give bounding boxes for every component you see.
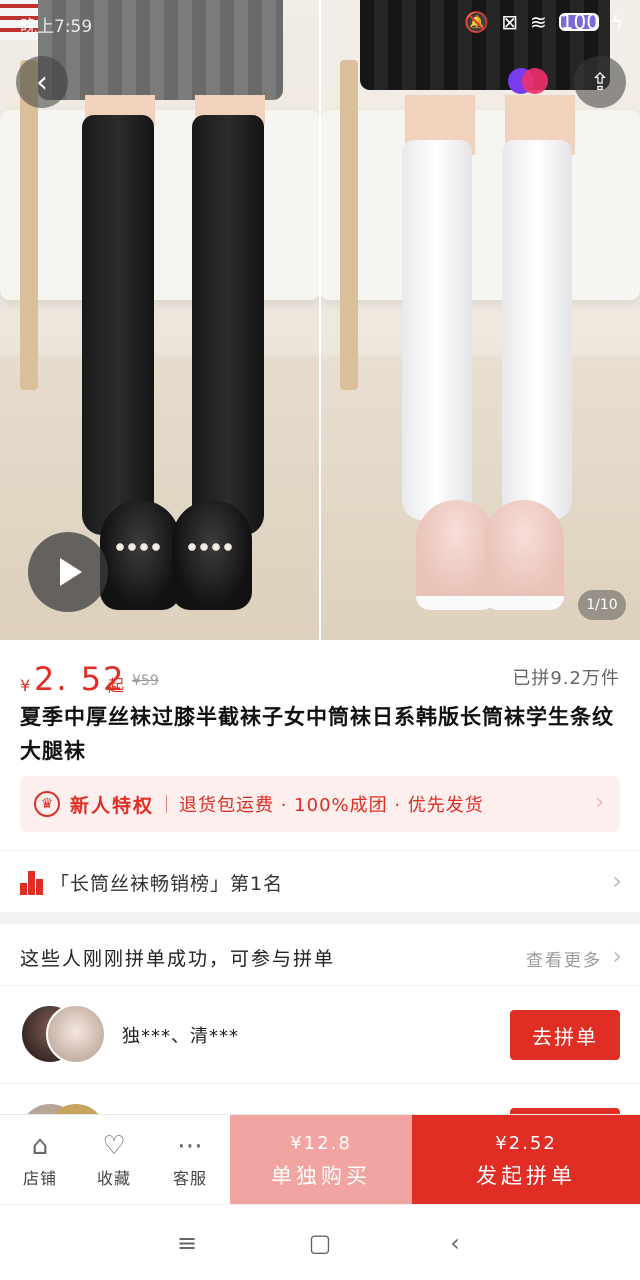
play-video-button[interactable] (28, 532, 108, 612)
privilege-title: 新人特权 (70, 794, 155, 817)
chat-icon: ⋯ (177, 1131, 203, 1161)
share-button[interactable]: ⇪ (574, 56, 626, 108)
newcomer-privilege-banner[interactable]: ♛ 新人特权 退货包运费 · 100%成团 · 优先发货 › (20, 776, 620, 832)
store-button[interactable]: ⌂ 店铺 (2, 1115, 78, 1205)
group-buy-header[interactable]: 这些人刚刚拼单成功，可参与拼单 查看更多 › (0, 924, 640, 986)
buy-alone-button[interactable]: ¥12.8 单独购买 (230, 1115, 412, 1205)
price-suffix: 起 (108, 676, 125, 695)
group-buy-title: 这些人刚刚拼单成功，可参与拼单 (20, 948, 336, 970)
back-nav-icon[interactable]: ‹ (440, 1229, 470, 1257)
chevron-right-icon: › (612, 867, 622, 895)
status-bar: 晚上7:59 🔕 ⊠ ≋ 100 ϟ (0, 0, 640, 44)
buy-alone-label: 单独购买 (271, 1164, 371, 1188)
brand-logo-icon[interactable] (508, 68, 548, 96)
join-group-button[interactable]: 去拼单 (510, 1010, 620, 1060)
group-buy-price: ¥2.52 (495, 1133, 557, 1154)
buy-alone-price: ¥12.8 (290, 1133, 352, 1154)
price-row: ¥ 2. 52 起 ¥59 已拼9.2万件 (20, 660, 620, 700)
view-more-link[interactable]: 查看更多 (526, 946, 602, 971)
store-icon: ⌂ (31, 1131, 49, 1161)
bottom-action-bar: ⌂ 店铺 ♡ 收藏 ⋯ 客服 ¥12.8 单独购买 ¥2.52 发起拼单 (0, 1114, 640, 1205)
image-counter: 1/10 (578, 590, 626, 620)
share-icon: ⇪ (589, 68, 611, 96)
menu-icon[interactable]: ≡ (172, 1229, 202, 1257)
avatar (46, 1004, 106, 1064)
start-group-buy-button[interactable]: ¥2.52 发起拼单 (412, 1115, 640, 1205)
product-title: 夏季中厚丝袜过膝半截袜子女中筒袜日系韩版长筒袜学生条纹大腿袜 (20, 705, 614, 763)
group-row: 独***、清*** 去拼单 (0, 986, 640, 1084)
status-time: 晚上7:59 (20, 17, 93, 37)
ranking-row[interactable]: 「长筒丝袜畅销榜」第1名 › (0, 850, 640, 912)
battery-icon: 100 (558, 10, 599, 34)
chevron-right-icon: › (612, 942, 622, 970)
original-price: ¥59 (132, 673, 159, 689)
chevron-right-icon: › (595, 790, 604, 815)
privilege-benefits: 退货包运费 · 100%成团 · 优先发货 (179, 795, 484, 816)
crown-icon: ♛ (34, 791, 60, 817)
group-member-names: 独***、清*** (122, 1026, 239, 1047)
heart-icon: ♡ (102, 1131, 126, 1161)
sim-icon: ⊠ (501, 10, 519, 34)
sold-count: 已拼9.2万件 (512, 668, 620, 689)
home-icon[interactable]: ▢ (305, 1229, 335, 1257)
mute-icon: 🔕 (464, 10, 490, 34)
store-label: 店铺 (22, 1169, 57, 1188)
favorite-button[interactable]: ♡ 收藏 (76, 1115, 152, 1205)
chevron-left-icon: ‹ (36, 64, 48, 100)
price-currency: ¥ (20, 676, 31, 695)
system-navigation-bar: ≡ ▢ ‹ (0, 1204, 640, 1280)
bar-chart-icon (20, 869, 44, 895)
ranking-text: 「长筒丝袜畅销榜」第1名 (50, 873, 284, 895)
product-image-gallery[interactable]: 晚上7:59 🔕 ⊠ ≋ 100 ϟ ‹ ⇪ 1/10 (0, 0, 640, 640)
customer-service-button[interactable]: ⋯ 客服 (152, 1115, 228, 1205)
back-button[interactable]: ‹ (16, 56, 68, 108)
wifi-icon: ≋ (530, 10, 547, 34)
favorite-label: 收藏 (96, 1169, 131, 1188)
group-buy-label: 发起拼单 (476, 1164, 576, 1188)
charging-icon: ϟ (610, 10, 624, 34)
service-label: 客服 (172, 1169, 207, 1188)
